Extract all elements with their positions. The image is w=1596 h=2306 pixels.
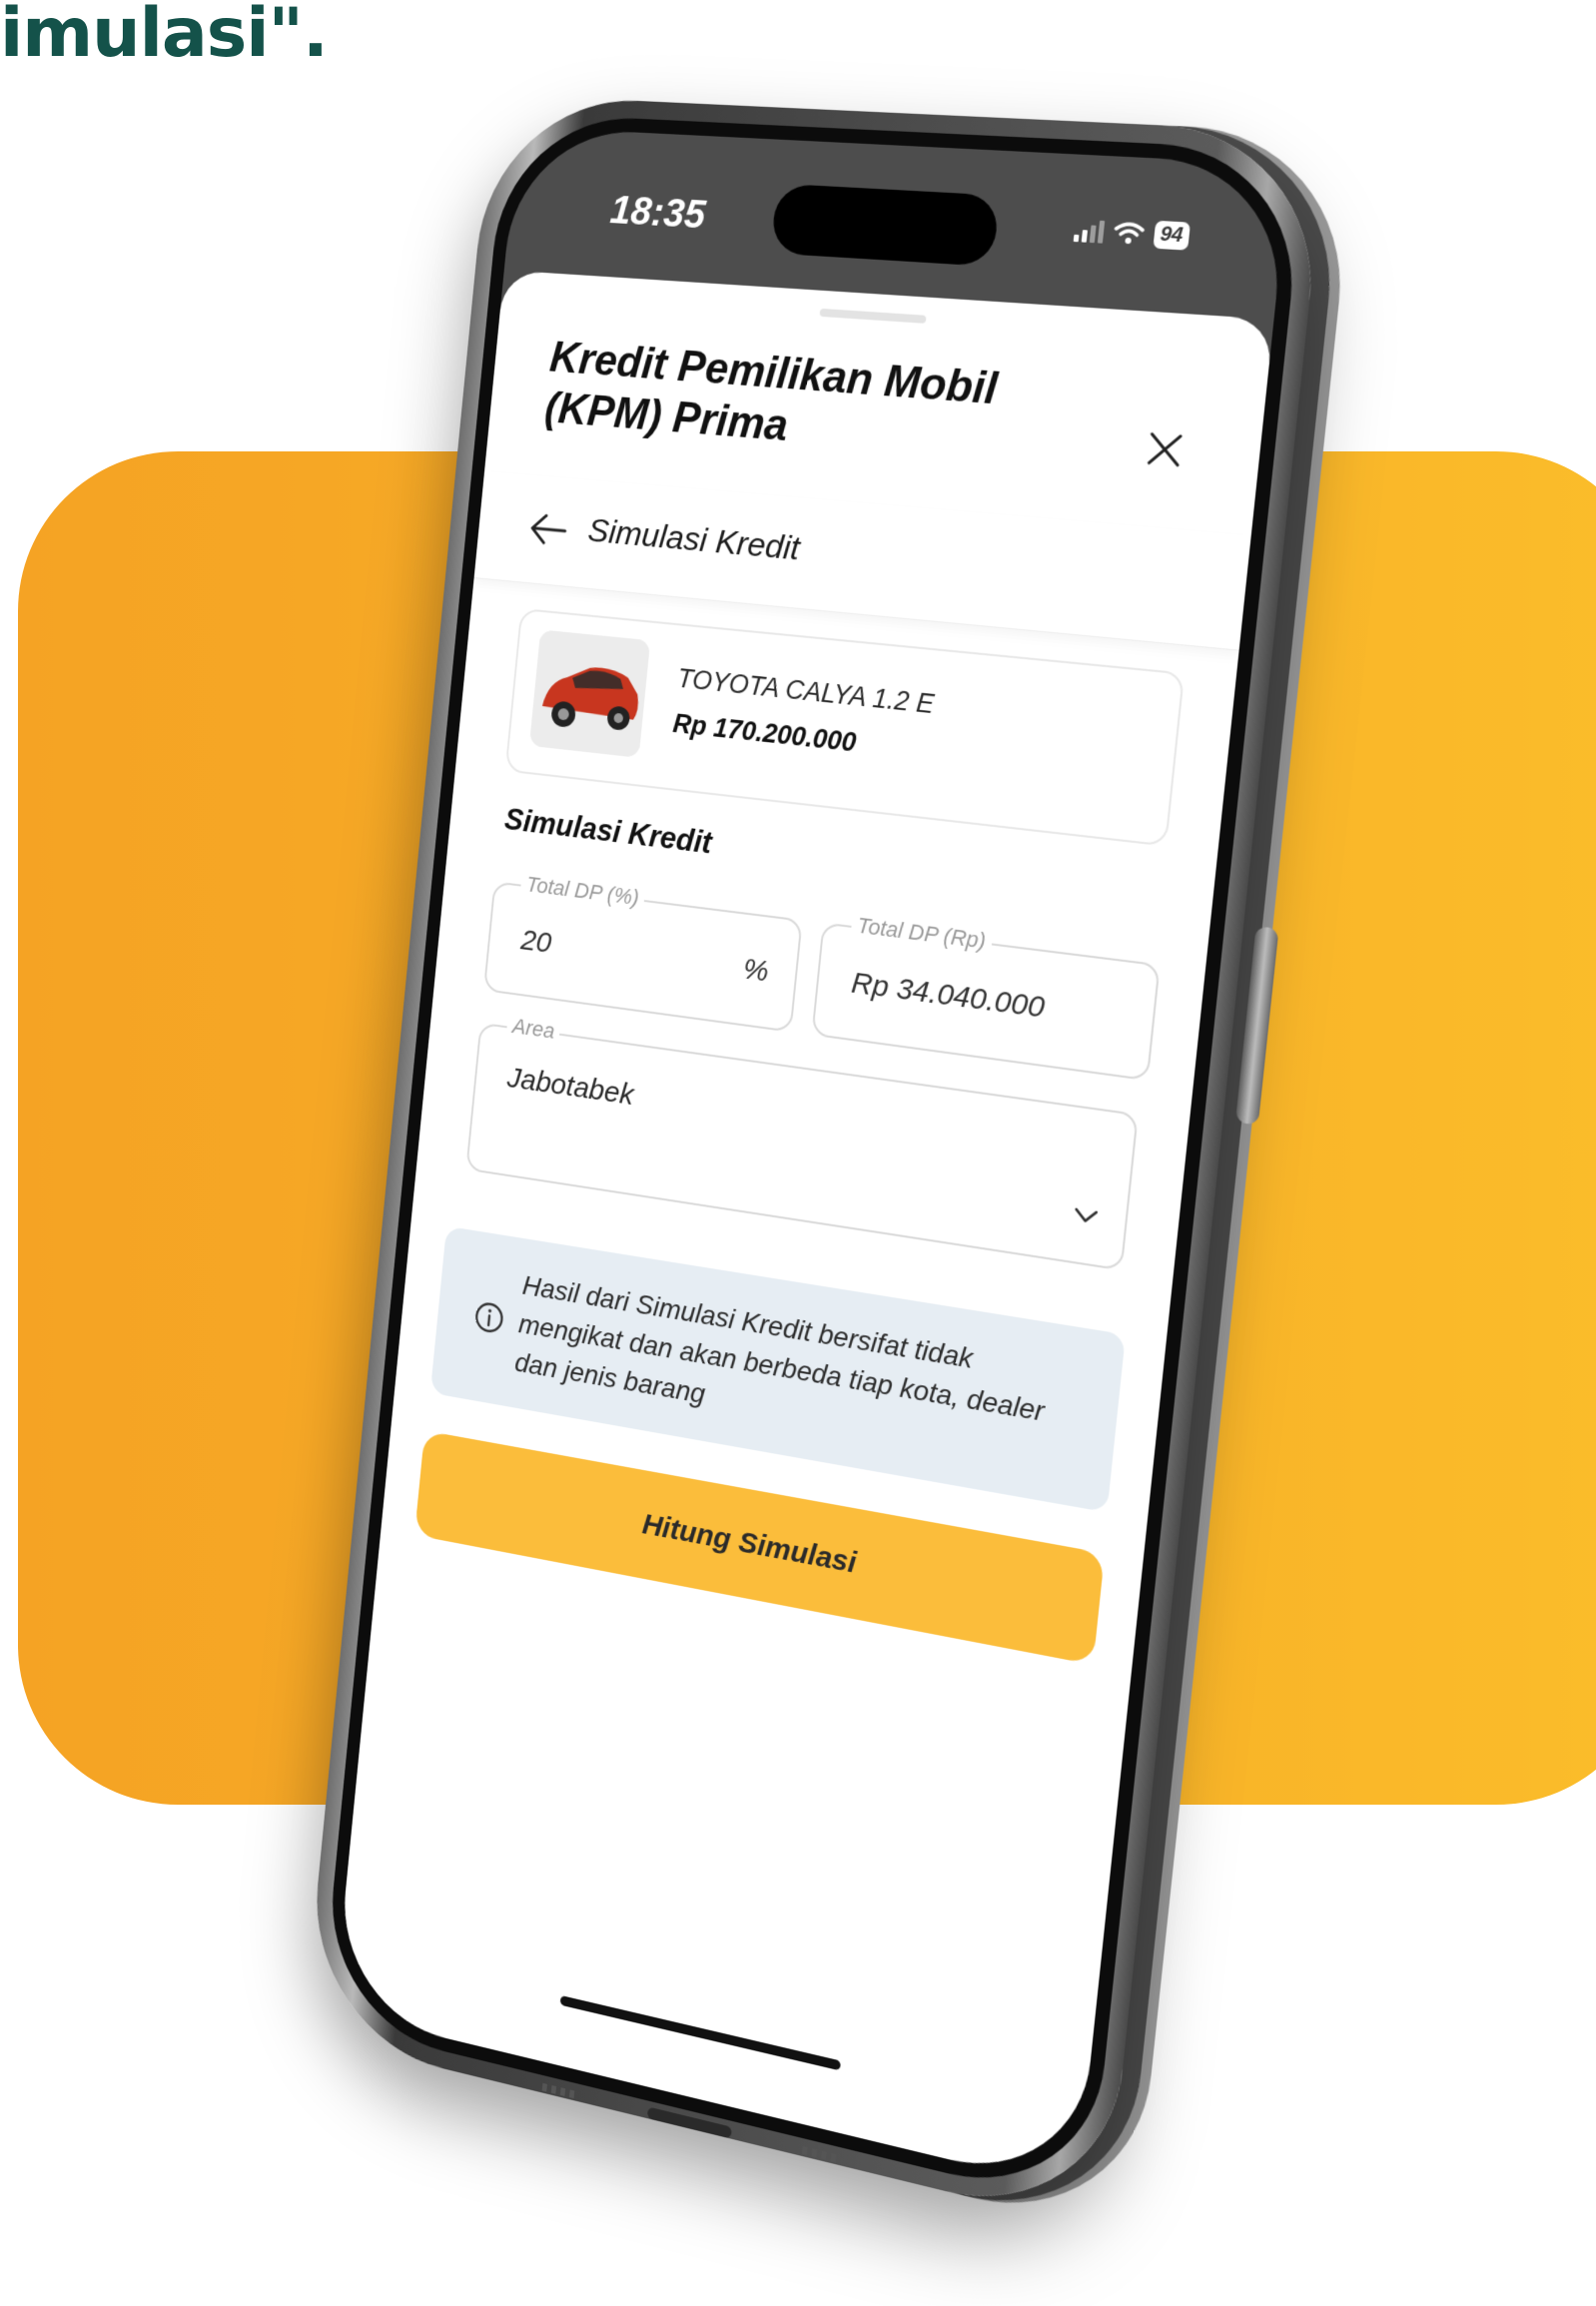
info-text: Hasil dari Simulasi Kredit bersifat tida… [513, 1269, 1047, 1427]
chevron-down-icon [1072, 1205, 1100, 1225]
percent-suffix: % [741, 952, 771, 989]
area-value: Jabotabek [505, 1061, 635, 1113]
phone-frame: 18:35 94 Kredit Pemilikan Mobil (KPM) Pr… [303, 94, 1327, 2231]
dp-amount-label: Total DP (Rp) [850, 911, 994, 956]
product-card[interactable]: TOYOTA CALYA 1.2 E Rp 170.200.000 [504, 607, 1186, 847]
phone-screen: 18:35 94 Kredit Pemilikan Mobil (KPM) Pr… [334, 126, 1290, 2191]
headline: imulasi". [0, 0, 329, 73]
drag-handle[interactable] [819, 308, 927, 324]
nav-title: Simulasi Kredit [586, 511, 802, 568]
phone-mockup: 18:35 94 Kredit Pemilikan Mobil (KPM) Pr… [219, 70, 1357, 2231]
status-icons: 94 [1073, 216, 1192, 251]
dynamic-island [770, 183, 1001, 267]
close-icon[interactable] [1140, 425, 1190, 474]
dp-percent-value: 20 [519, 923, 553, 960]
status-bar: 18:35 94 [506, 127, 1289, 291]
car-image [528, 629, 651, 758]
area-label: Area [505, 1012, 561, 1046]
status-time: 18:35 [608, 188, 708, 238]
home-indicator[interactable] [559, 1994, 842, 2071]
dp-amount-field[interactable]: Total DP (Rp) Rp 34.040.000 [811, 911, 1161, 1082]
signal-icon [1073, 219, 1106, 244]
dp-amount-value: Rp 34.040.000 [849, 966, 1047, 1025]
product-price: Rp 170.200.000 [671, 708, 858, 758]
battery-badge: 94 [1153, 220, 1192, 251]
dp-percent-label: Total DP (%) [519, 871, 646, 912]
bottom-sheet: Kredit Pemilikan Mobil (KPM) Prima Simul… [334, 270, 1274, 2191]
back-arrow-icon[interactable] [527, 510, 570, 549]
speaker-grille-right [801, 2146, 842, 2164]
info-icon [472, 1298, 506, 1336]
wifi-icon [1113, 220, 1146, 244]
section-title: Simulasi Kredit [502, 801, 714, 861]
speaker-grille-left [541, 2082, 579, 2100]
dp-percent-field[interactable]: Total DP (%) 20 % [482, 871, 803, 1033]
side-button [1234, 926, 1279, 1126]
sheet-title: Kredit Pemilikan Mobil (KPM) Prima [542, 333, 1000, 451]
